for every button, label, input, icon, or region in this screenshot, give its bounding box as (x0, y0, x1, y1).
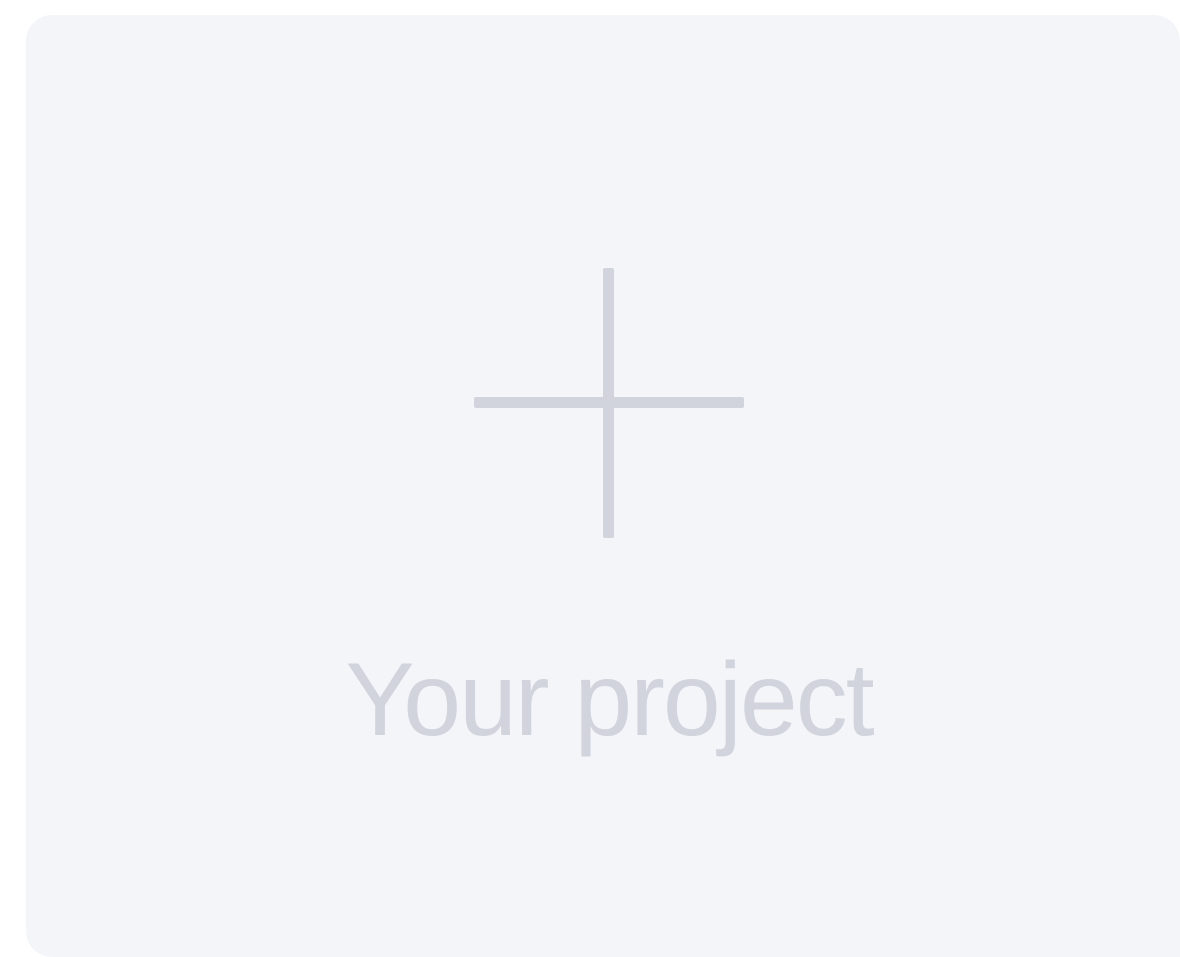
plus-icon (474, 268, 744, 538)
plus-icon-vertical-bar (603, 268, 614, 538)
new-project-card[interactable]: Your project (26, 15, 1180, 957)
new-project-label: Your project (345, 642, 874, 758)
